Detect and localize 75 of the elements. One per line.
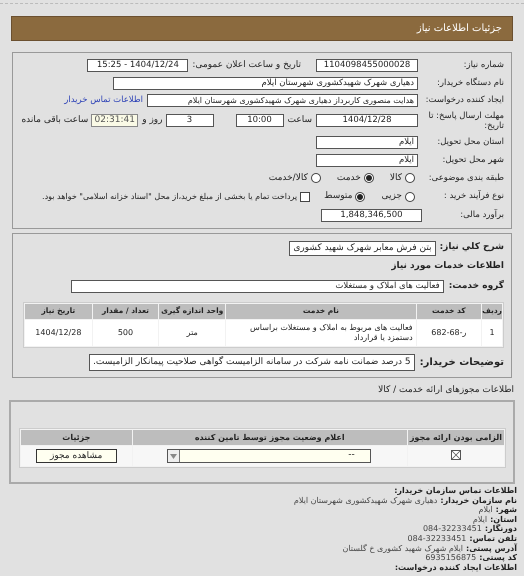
text-field[interactable]: ایلام: [316, 154, 418, 166]
field-label: آدرس پستی:: [466, 544, 517, 554]
field-label: استان:: [490, 514, 517, 524]
text-field[interactable]: 1,848,346,500: [321, 208, 422, 222]
text-field[interactable]: 1404/12/24 - 15:25: [87, 59, 188, 72]
header-title: جزئیات اطلاعات نیاز: [416, 22, 502, 36]
section-title: اطلاعات مجوزهای ارائه خدمت / کالا: [377, 384, 514, 396]
view-license-button[interactable]: مشاهده مجوز: [36, 448, 117, 463]
field-label: برآورد مالی:: [459, 208, 504, 222]
text-field[interactable]: 1404/12/28: [316, 114, 418, 127]
field-value: 084-32233451: [422, 524, 482, 534]
table-cell: ر-68-682: [416, 320, 482, 346]
field-value: ایلام: [478, 505, 493, 515]
field-value: ایلام شهرک شهید کشوری خ گلستان: [342, 544, 464, 554]
field-label: تاریخ و ساعت اعلان عمومی:: [192, 59, 301, 72]
text-field[interactable]: 3: [166, 114, 214, 127]
radio-label: کالا: [390, 172, 402, 184]
radio-label: متوسط: [324, 190, 352, 203]
field-label: کد پستی:: [479, 553, 517, 563]
field-label: توضیحات خریدار:: [420, 356, 504, 370]
text-field[interactable]: هدایت منصوری کاربرداز دهیاری شهرک شهیدکشوری شهرستان ایلام: [147, 94, 418, 106]
radio-button[interactable]: [405, 173, 415, 184]
field-label: ساعت باقی مانده: [21, 114, 88, 127]
field-value: دهیاری شهرک شهیدکشوری شهرستان ایلام: [294, 496, 438, 506]
field-label: گروه خدمت:: [448, 280, 504, 293]
table-cell: فعالیت های مربوط به املاک و مستغلات براساس دستمزد یا قرارداد: [226, 320, 416, 346]
dropdown[interactable]: --: [166, 449, 371, 463]
notes-box: 5 درصد ضمانت نامه شرکت در سامانه الزامیست گواهی صلاحیت پیمانکار الزامیست.: [89, 354, 415, 370]
radio-button[interactable]: [310, 173, 321, 184]
field-label: تلفن تماس:: [469, 534, 517, 544]
text-field[interactable]: دهیاری شهرک شهیدکشوری شهرستان ایلام: [113, 76, 418, 90]
text-field[interactable]: 10:00: [236, 114, 284, 127]
field-label: ساعت: [288, 114, 312, 127]
field-label: روز و: [142, 114, 162, 127]
checkbox[interactable]: [300, 192, 310, 202]
field-label: شماره نیاز:: [462, 59, 504, 72]
radio-label: کالا/خدمت: [268, 172, 308, 184]
field-label: نام دستگاه خریدار:: [436, 76, 504, 90]
text-field[interactable]: بتن فرش معابر شهرک شهید کشوری: [289, 240, 436, 256]
text-field[interactable]: 1104098455000028: [316, 59, 418, 72]
column-header: جزئیات: [21, 430, 132, 445]
field-value: ایلام: [472, 514, 488, 524]
field-label: دورنگار:: [484, 524, 517, 534]
radio-button[interactable]: [364, 173, 374, 184]
column-header: الزامی بودن ارائه مجوز: [408, 430, 504, 445]
text-field[interactable]: ایلام: [316, 136, 418, 148]
radio-label: جزیی: [381, 190, 402, 203]
field-label: شرح کلي نياز:: [440, 241, 504, 254]
field-label: ایجاد کننده درخواست:: [424, 94, 504, 106]
checkbox[interactable]: [450, 450, 461, 460]
field-value: 084-32233451: [408, 534, 466, 544]
radio-button[interactable]: [355, 192, 366, 202]
field-label: نام سازمان خریدار:: [440, 496, 517, 506]
column-header: اعلام وضعیت مجوز توسط تامین کننده: [132, 430, 407, 445]
field-label: استان محل تحویل:: [436, 136, 504, 148]
section-title: اطلاعات تماس سازمان خریدار:: [393, 486, 517, 496]
radio-button[interactable]: [405, 192, 415, 202]
field-label: شهر محل تحویل:: [441, 154, 504, 166]
table-cell: متر: [159, 320, 226, 346]
table-cell: 500: [92, 320, 158, 346]
caret-icon: [168, 450, 180, 462]
countdown-field: 02:31:41: [91, 114, 138, 127]
contact-link[interactable]: اطلاعات تماس خریدار: [64, 94, 143, 106]
field-label: نوع فرآیند خرید :: [442, 190, 504, 204]
section-title: اطلاعات ایجاد کننده درخواست:: [394, 562, 517, 572]
text-field[interactable]: فعالیت های املاک و مستغلات: [70, 280, 444, 294]
field-label: شهر:: [496, 505, 517, 515]
checkbox-label: پرداخت تمام یا بخشی از مبلغ خرید،از محل "اسناد خزانه اسلامی" خواهد بود.: [42, 190, 298, 203]
table-cell: 1404/12/28: [25, 320, 92, 346]
radio-label: خدمت: [336, 172, 361, 184]
table-cell: 1: [482, 320, 502, 346]
field-label: مهلت ارسال پاسخ: تا تاریخ:: [428, 110, 504, 130]
section-title: اطلاعات خدمات مورد نیاز: [390, 260, 504, 272]
field-label: طبقه بندی موضوعی:: [428, 172, 504, 185]
field-value: 6935156875: [425, 553, 476, 563]
